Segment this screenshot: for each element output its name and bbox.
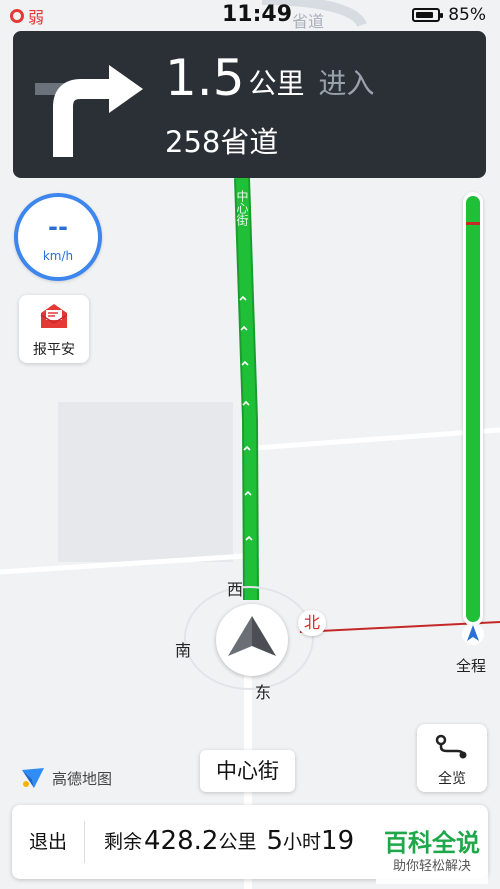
remaining-label: 剩余: [104, 831, 143, 853]
trip-progress-label: 全程: [456, 657, 487, 675]
turn-instruction-card[interactable]: 1.5 公里 进入 258省道: [13, 31, 486, 178]
car-position-icon: [228, 616, 276, 656]
next-road-name: 258省道: [165, 125, 279, 159]
compass-north: 北: [298, 610, 326, 636]
turn-right-arrow-icon: [35, 65, 143, 157]
remaining-distance-unit: 公里: [218, 831, 257, 853]
compass-west: 西: [227, 580, 244, 599]
overview-label: 全览: [438, 771, 466, 787]
remaining-summary: 剩余 428.2 公里 5 小时 19: [104, 825, 354, 857]
signal-label: 弱: [28, 8, 45, 27]
watermark-subtitle: 助你轻松解决: [392, 859, 471, 874]
map-road-label-vertical: 中心街: [235, 190, 249, 226]
report-safe-label: 报平安: [33, 342, 75, 358]
battery-icon: [412, 8, 444, 22]
report-safe-button[interactable]: 报平安: [19, 295, 89, 363]
brand-name: 高德地图: [52, 769, 113, 788]
exit-navigation-button[interactable]: 退出: [12, 805, 84, 879]
watermark-title: 百科全说: [384, 829, 480, 857]
brand-logo: 高德地图: [20, 766, 112, 790]
battery-indicator: 85%: [412, 5, 486, 25]
turn-distance: 1.5 公里 进入: [165, 53, 375, 103]
speed-unit: km/h: [42, 249, 74, 263]
compass-south: 南: [175, 641, 192, 660]
signal-weak-icon: [10, 9, 24, 23]
distance-unit: 公里: [248, 67, 305, 100]
amap-logo-icon: [22, 768, 44, 788]
overview-button[interactable]: 全览: [417, 724, 487, 792]
speed-widget[interactable]: -- km/h: [14, 193, 102, 281]
trip-progress-marker: [466, 222, 480, 225]
navigation-arrow-icon: [462, 623, 484, 645]
status-bar: 弱 11:49 85%: [0, 0, 500, 32]
battery-fill: [416, 12, 434, 18]
bar-divider: [84, 821, 85, 863]
current-road-label: 中心街: [200, 750, 295, 792]
remaining-time-minutes: 19: [321, 826, 355, 856]
remaining-time-hours: 5: [266, 826, 284, 856]
envelope-icon: [40, 304, 68, 328]
watermark: 百科全说 助你轻松解决: [376, 826, 488, 884]
battery-text: 85%: [448, 5, 486, 25]
turn-action: 进入: [318, 67, 375, 100]
remaining-time-unit: 小时: [283, 831, 322, 853]
compass-east: 东: [255, 683, 272, 702]
trip-progress-bar: [463, 192, 483, 626]
route-icon: [435, 734, 467, 759]
speed-value: --: [48, 213, 68, 241]
status-time: 11:49: [222, 2, 293, 27]
distance-value: 1.5: [165, 49, 245, 107]
trip-progress-remaining: [466, 196, 480, 622]
signal-indicator: 弱: [10, 4, 44, 28]
remaining-distance: 428.2: [144, 826, 219, 856]
